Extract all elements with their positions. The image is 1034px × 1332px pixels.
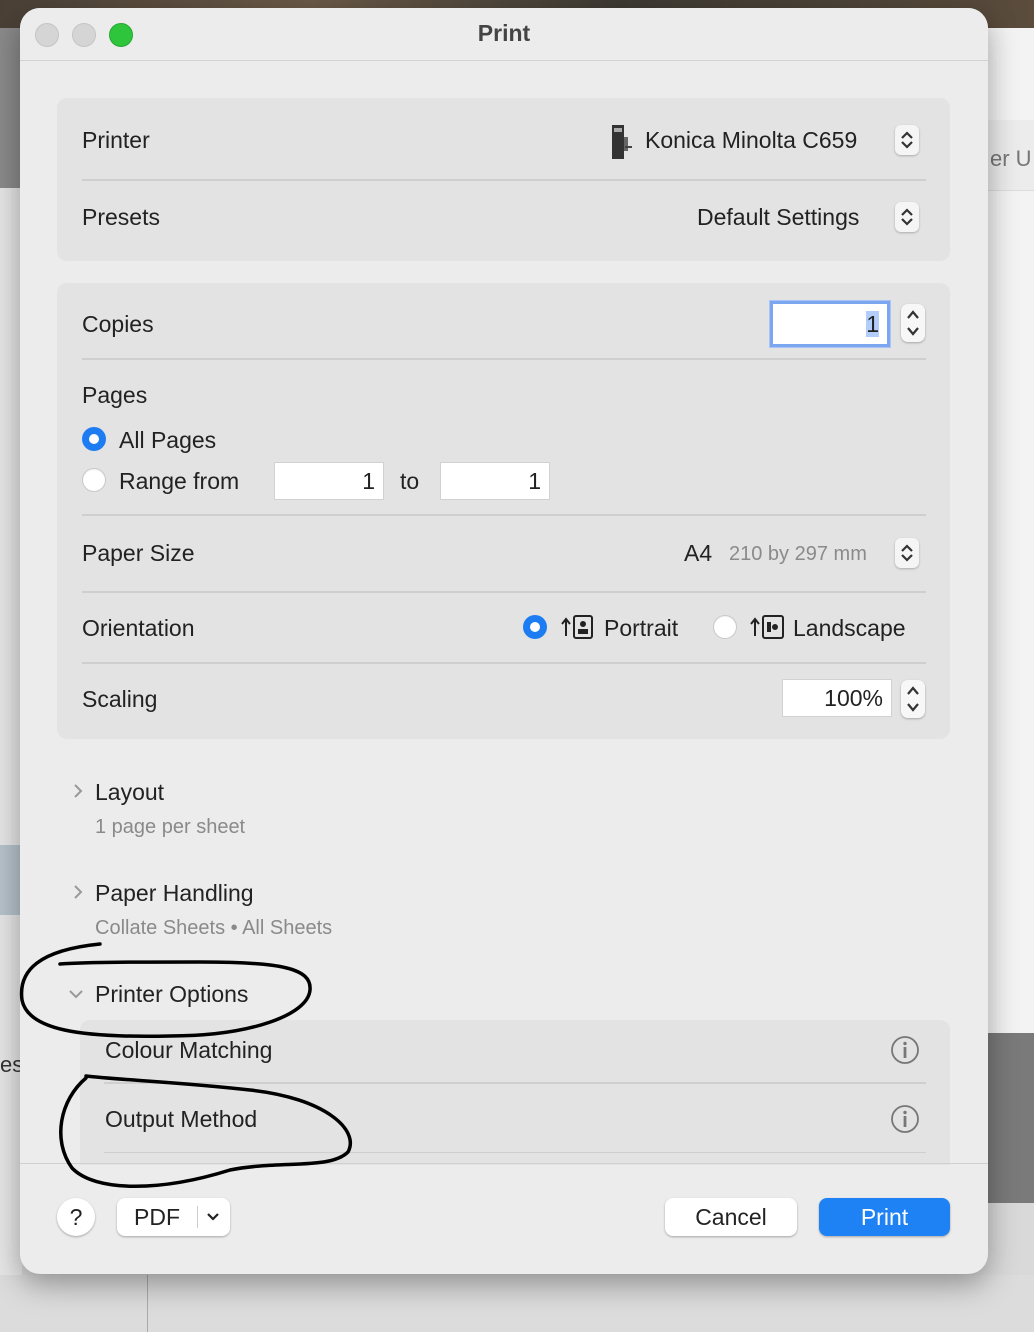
- landscape-radio[interactable]: [713, 615, 737, 639]
- print-button[interactable]: Print: [819, 1198, 950, 1236]
- all-pages-label: All Pages: [119, 427, 217, 453]
- range-radio[interactable]: [82, 468, 106, 492]
- pdf-label: PDF: [134, 1204, 180, 1230]
- title-bar: Print: [20, 8, 988, 61]
- scaling-stepper[interactable]: [901, 680, 925, 718]
- paper-handling-summary: Collate Sheets • All Sheets: [95, 917, 333, 939]
- range-to-label: to: [400, 468, 420, 494]
- scaling-input[interactable]: 100%: [782, 679, 892, 717]
- help-button[interactable]: ?: [57, 1198, 95, 1236]
- copies-input[interactable]: 1: [770, 301, 890, 347]
- pdf-separator: [197, 1206, 198, 1228]
- scaling-label: Scaling: [82, 686, 158, 712]
- orientation-label: Orientation: [82, 615, 195, 641]
- printer-popup[interactable]: Konica Minolta C659: [605, 120, 923, 160]
- divider: [82, 662, 926, 664]
- printer-value: Konica Minolta C659: [645, 127, 858, 153]
- divider: [82, 591, 926, 593]
- copies-label: Copies: [82, 311, 154, 337]
- copies-stepper[interactable]: [901, 304, 925, 342]
- background-window-text: er U: [990, 146, 1032, 171]
- pages-label: Pages: [82, 382, 148, 408]
- background-window-edge: [0, 28, 22, 188]
- background-window-edge: [0, 1275, 1034, 1332]
- portrait-label: Portrait: [604, 615, 679, 641]
- layout-summary: 1 page per sheet: [95, 816, 246, 838]
- layout-disclosure[interactable]: Layout: [65, 776, 365, 810]
- paper-handling-disclosure[interactable]: Paper Handling: [65, 877, 385, 911]
- printer-options-label: Printer Options: [95, 981, 249, 1007]
- chevron-right-icon: [74, 885, 83, 899]
- window-title: Print: [477, 20, 531, 46]
- range-from-label: Range from: [119, 468, 240, 494]
- range-to-input[interactable]: 1: [440, 462, 550, 500]
- background-divider: [147, 1275, 148, 1332]
- paper-size-label: Paper Size: [82, 540, 195, 566]
- background-window-edge: [988, 1033, 1034, 1203]
- popup-arrows-icon: [895, 125, 919, 155]
- printer-options-disclosure[interactable]: Printer Options: [65, 978, 385, 1012]
- chevron-right-icon: [74, 784, 83, 798]
- paper-size-detail: 210 by 297 mm: [729, 543, 867, 565]
- paper-size-popup[interactable]: A4 210 by 297 mm: [675, 533, 923, 573]
- divider: [82, 179, 926, 181]
- output-method-row[interactable]: Output Method: [80, 1090, 950, 1148]
- popup-arrows-icon: [895, 538, 919, 568]
- cancel-button[interactable]: Cancel: [665, 1198, 797, 1236]
- footer-divider: [20, 1163, 988, 1164]
- info-icon[interactable]: [890, 1104, 920, 1134]
- divider: [82, 358, 926, 360]
- copies-value: 1: [866, 311, 879, 337]
- landscape-orientation-icon: [750, 615, 784, 639]
- range-from-input[interactable]: 1: [274, 462, 384, 500]
- background-window-edge: [0, 845, 22, 915]
- portrait-orientation-icon: [561, 615, 593, 639]
- info-icon[interactable]: [890, 1035, 920, 1065]
- divider: [82, 514, 926, 516]
- divider: [104, 1082, 926, 1084]
- colour-matching-label: Colour Matching: [105, 1037, 273, 1063]
- landscape-label: Landscape: [793, 615, 906, 641]
- presets-popup[interactable]: Default Settings: [690, 197, 923, 237]
- printer-label: Printer: [82, 127, 150, 153]
- presets-value: Default Settings: [697, 204, 860, 230]
- divider: [104, 1152, 926, 1153]
- output-method-label: Output Method: [105, 1106, 258, 1132]
- printer-icon: [612, 125, 632, 159]
- print-dialog: Print Printer Konica Minolta C659 Preset…: [20, 8, 988, 1274]
- popup-arrows-icon: [895, 202, 919, 232]
- background-window-edge: [0, 188, 22, 1332]
- paper-size-value: A4: [684, 540, 713, 566]
- chevron-down-icon: [207, 1213, 219, 1221]
- chevron-down-icon: [69, 990, 83, 999]
- layout-label: Layout: [95, 779, 165, 805]
- print-settings-section: [57, 283, 950, 739]
- all-pages-radio[interactable]: [82, 427, 106, 451]
- colour-matching-row[interactable]: Colour Matching: [80, 1024, 950, 1082]
- paper-handling-label: Paper Handling: [95, 880, 254, 906]
- presets-label: Presets: [82, 204, 160, 230]
- portrait-radio[interactable]: [523, 615, 547, 639]
- pdf-menu-button[interactable]: PDF: [117, 1198, 230, 1236]
